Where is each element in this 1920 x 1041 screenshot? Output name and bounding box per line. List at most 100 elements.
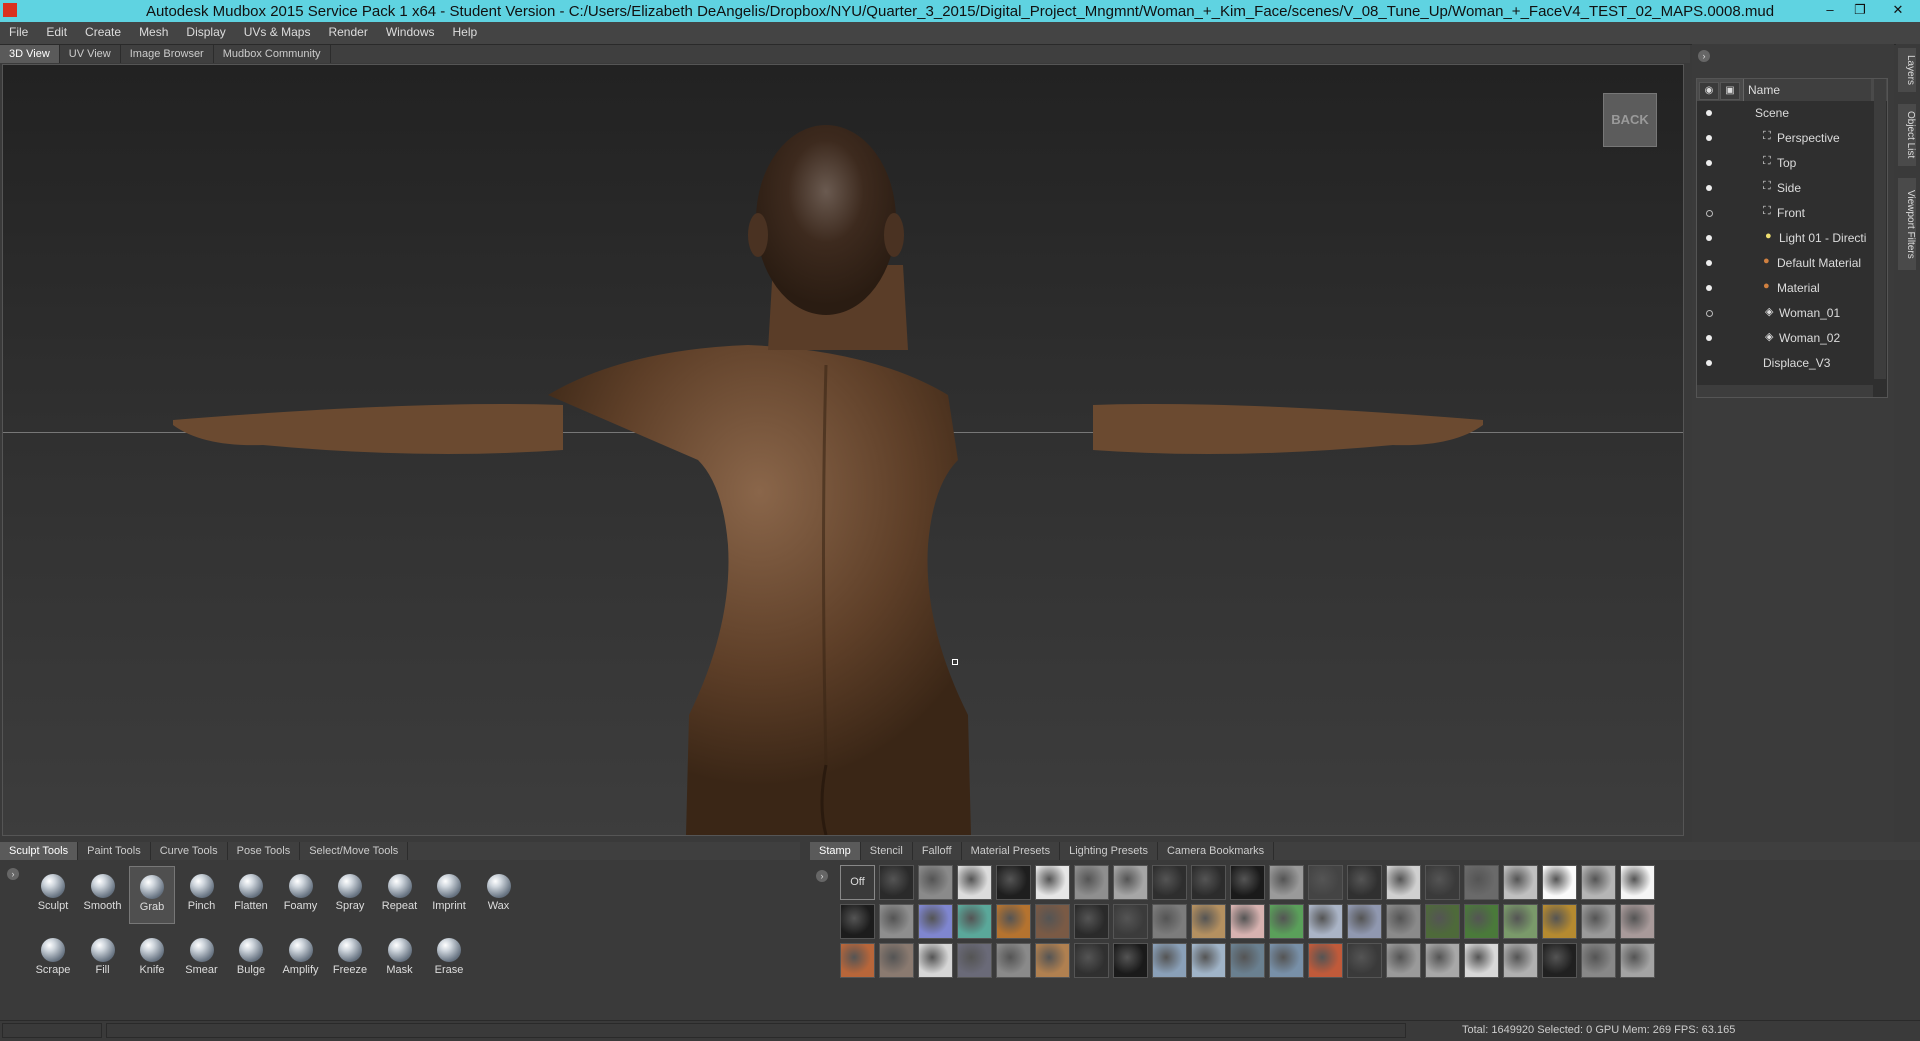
object-list-vertical-scrollbar[interactable]	[1874, 79, 1886, 379]
stamp-thumbnail[interactable]	[1152, 904, 1187, 939]
minimize-button[interactable]: –	[1816, 1, 1844, 19]
stamp-thumbnail[interactable]	[1113, 865, 1148, 900]
stamp-thumbnail[interactable]	[879, 904, 914, 939]
stamp-thumbnail[interactable]	[1425, 904, 1460, 939]
tab-camera-bookmarks[interactable]: Camera Bookmarks	[1158, 842, 1275, 860]
tab-lighting-presets[interactable]: Lighting Presets	[1060, 842, 1158, 860]
tool-smooth[interactable]: Smooth	[80, 866, 126, 924]
viewcube-back-button[interactable]: BACK	[1603, 93, 1657, 147]
stamp-thumbnail[interactable]	[1191, 865, 1226, 900]
restore-button[interactable]: ❐	[1846, 1, 1874, 19]
stamp-thumbnail[interactable]	[1074, 865, 1109, 900]
stamp-thumbnail[interactable]	[1425, 865, 1460, 900]
3d-viewport[interactable]: BACK	[2, 64, 1684, 836]
stamp-thumbnail[interactable]	[1620, 943, 1655, 978]
list-item-front[interactable]: ⛶ Front	[1697, 201, 1887, 226]
tool-spray[interactable]: Spray	[327, 866, 373, 924]
stamp-thumbnail[interactable]	[1542, 865, 1577, 900]
stamp-thumbnail[interactable]	[996, 865, 1031, 900]
menu-create[interactable]: Create	[76, 22, 130, 42]
tab-image-browser[interactable]: Image Browser	[121, 45, 214, 63]
tab-sculpt-tools[interactable]: Sculpt Tools	[0, 842, 79, 860]
stamp-thumbnail[interactable]	[1308, 943, 1343, 978]
eye-icon[interactable]: ◉	[1699, 82, 1719, 100]
menu-display[interactable]: Display	[177, 22, 234, 42]
stamp-thumbnail[interactable]	[1113, 904, 1148, 939]
list-item-top[interactable]: ⛶ Top	[1697, 151, 1887, 176]
tab-uv-view[interactable]: UV View	[60, 45, 121, 63]
tab-falloff[interactable]: Falloff	[913, 842, 962, 860]
stamp-thumbnail[interactable]	[1581, 904, 1616, 939]
stamp-thumbnail[interactable]	[879, 943, 914, 978]
stamp-thumbnail[interactable]	[1308, 865, 1343, 900]
stamp-thumbnail[interactable]	[1620, 904, 1655, 939]
list-item-light[interactable]: ● Light 01 - Directi	[1697, 226, 1887, 251]
stamp-thumbnail[interactable]	[957, 904, 992, 939]
list-item-scene[interactable]: Scene	[1697, 101, 1887, 126]
menu-mesh[interactable]: Mesh	[130, 22, 177, 42]
stamp-tray-collapse-icon[interactable]: ›	[816, 870, 828, 882]
stamp-off-button[interactable]: Off	[840, 865, 875, 900]
stamp-thumbnail[interactable]	[879, 865, 914, 900]
tool-erase[interactable]: Erase	[426, 930, 472, 988]
tool-flatten[interactable]: Flatten	[228, 866, 274, 924]
visibility-dot-icon[interactable]	[1706, 160, 1712, 166]
stamp-thumbnail[interactable]	[918, 904, 953, 939]
stamp-thumbnail[interactable]	[1230, 904, 1265, 939]
stamp-thumbnail[interactable]	[957, 865, 992, 900]
stamp-thumbnail[interactable]	[1230, 865, 1265, 900]
visibility-dot-icon[interactable]	[1706, 335, 1712, 341]
tab-object-list[interactable]: Object List	[1898, 104, 1916, 166]
stamp-thumbnail[interactable]	[1035, 904, 1070, 939]
stamp-thumbnail[interactable]	[1269, 904, 1304, 939]
visibility-dot-icon[interactable]	[1706, 110, 1712, 116]
tool-foamy[interactable]: Foamy	[278, 866, 324, 924]
list-item-displace[interactable]: Displace_V3	[1697, 351, 1887, 376]
stamp-thumbnail[interactable]	[1347, 904, 1382, 939]
menu-uvs-maps[interactable]: UVs & Maps	[235, 22, 320, 42]
tab-stamp[interactable]: Stamp	[810, 842, 861, 860]
stamp-thumbnail[interactable]	[1074, 943, 1109, 978]
panel-collapse-icon[interactable]: ›	[1698, 50, 1710, 62]
tab-paint-tools[interactable]: Paint Tools	[78, 842, 151, 860]
stamp-thumbnail[interactable]	[1152, 943, 1187, 978]
name-column-header[interactable]: Name	[1743, 79, 1871, 101]
tool-imprint[interactable]: Imprint	[426, 866, 472, 924]
tool-smear[interactable]: Smear	[179, 930, 225, 988]
menu-render[interactable]: Render	[319, 22, 376, 42]
tool-freeze[interactable]: Freeze	[327, 930, 373, 988]
visibility-dot-icon[interactable]	[1706, 210, 1713, 217]
stamp-thumbnail[interactable]	[1230, 943, 1265, 978]
menu-edit[interactable]: Edit	[37, 22, 76, 42]
menu-windows[interactable]: Windows	[377, 22, 444, 42]
tool-repeat[interactable]: Repeat	[377, 866, 423, 924]
tool-amplify[interactable]: Amplify	[278, 930, 324, 988]
tab-viewport-filters[interactable]: Viewport Filters	[1898, 178, 1916, 270]
list-item-perspective[interactable]: ⛶ Perspective	[1697, 126, 1887, 151]
tab-pose-tools[interactable]: Pose Tools	[228, 842, 301, 860]
stamp-thumbnail[interactable]	[1464, 865, 1499, 900]
stamp-thumbnail[interactable]	[1347, 865, 1382, 900]
stamp-thumbnail[interactable]	[1269, 943, 1304, 978]
menu-help[interactable]: Help	[444, 22, 487, 42]
stamp-thumbnail[interactable]	[1191, 904, 1226, 939]
tool-sculpt[interactable]: Sculpt	[30, 866, 76, 924]
stamp-thumbnail[interactable]	[918, 865, 953, 900]
tab-select-move-tools[interactable]: Select/Move Tools	[300, 842, 409, 860]
list-item-side[interactable]: ⛶ Side	[1697, 176, 1887, 201]
visibility-dot-icon[interactable]	[1706, 235, 1712, 241]
visibility-dot-icon[interactable]	[1706, 135, 1712, 141]
stamp-thumbnail[interactable]	[996, 943, 1031, 978]
stamp-thumbnail[interactable]	[1386, 904, 1421, 939]
tool-wax[interactable]: Wax	[476, 866, 522, 924]
close-button[interactable]: ✕	[1884, 1, 1912, 19]
tool-knife[interactable]: Knife	[129, 930, 175, 988]
stamp-thumbnail[interactable]	[1074, 904, 1109, 939]
stamp-thumbnail[interactable]	[1035, 943, 1070, 978]
list-item-material[interactable]: ● Material	[1697, 276, 1887, 301]
list-item-woman-01[interactable]: ◈ Woman_01	[1697, 301, 1887, 326]
list-item-default-material[interactable]: ● Default Material	[1697, 251, 1887, 276]
stamp-thumbnail[interactable]	[1113, 943, 1148, 978]
stamp-thumbnail[interactable]	[1542, 943, 1577, 978]
stamp-thumbnail[interactable]	[1425, 943, 1460, 978]
